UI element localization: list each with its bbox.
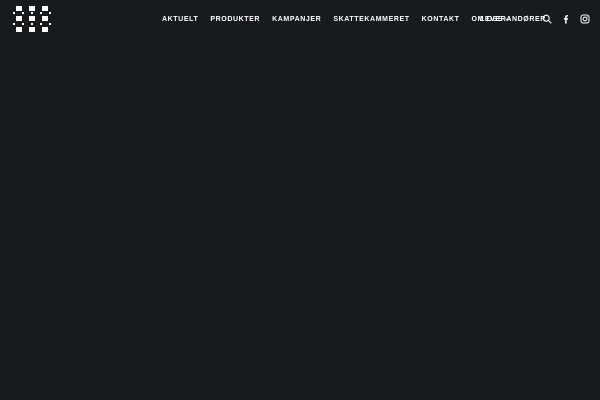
nav-item-produkter[interactable]: PRODUKTER	[210, 16, 260, 23]
nav-item-aktuelt[interactable]: AKTUELT	[162, 16, 198, 23]
nav-item-kontakt[interactable]: KONTAKT	[422, 16, 460, 23]
instagram-icon[interactable]	[580, 14, 590, 24]
site-header: AKTUELT PRODUKTER KAMPANJER SKATTEKAMMER…	[0, 0, 600, 38]
main-content	[0, 38, 600, 400]
main-nav: AKTUELT PRODUKTER KAMPANJER SKATTEKAMMER…	[162, 0, 510, 38]
nav-item-leverandorer[interactable]: LEVERANDØRER	[480, 0, 546, 38]
search-icon[interactable]	[542, 14, 552, 24]
site-logo-icon[interactable]	[12, 5, 52, 33]
nav-item-skattekammeret[interactable]: SKATTEKAMMERET	[333, 16, 409, 23]
nav-item-kampanjer[interactable]: KAMPANJER	[272, 16, 321, 23]
facebook-icon[interactable]	[561, 14, 571, 24]
